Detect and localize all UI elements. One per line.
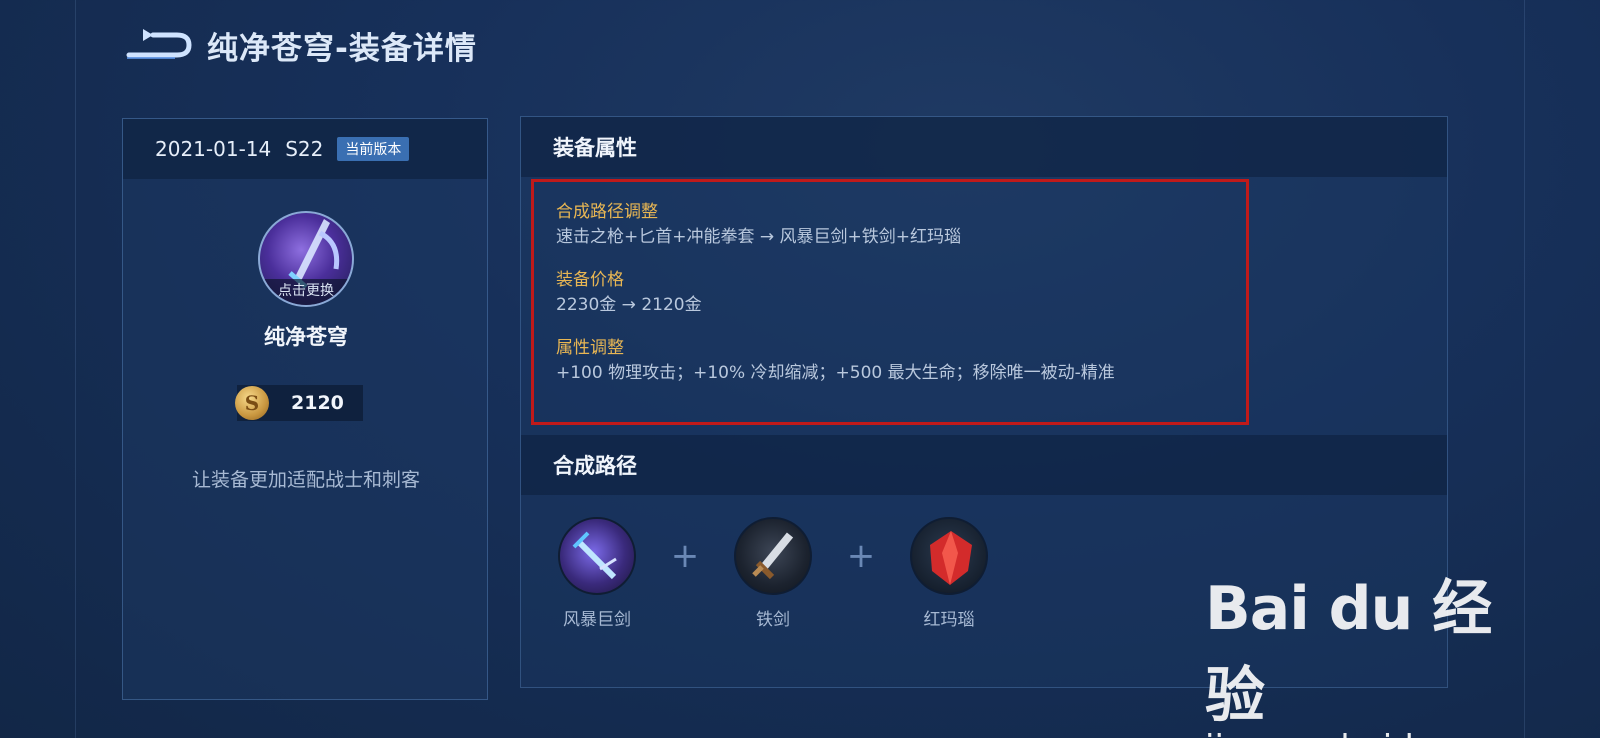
item-price: 2120 [291, 392, 344, 414]
gold-coin-icon: S [235, 386, 269, 420]
item-name: 纯净苍穹 [264, 325, 348, 349]
attr-label-recipe: 合成路径调整 [556, 202, 658, 222]
recipe-item-iron-sword[interactable]: 铁剑 [733, 517, 813, 630]
attr-label-stats: 属性调整 [556, 338, 624, 358]
version-header: 2021-01-14 S22 当前版本 [123, 119, 487, 179]
page-header: 纯净苍穹-装备详情 [125, 22, 477, 68]
change-avatar-caption: 点击更换 [260, 279, 352, 305]
price-box: S 2120 [235, 385, 363, 421]
recipe-section-title: 合成路径 [521, 435, 1447, 495]
plus-icon: + [670, 536, 700, 576]
watermark-url: jingyan.baidu.com [1205, 728, 1519, 738]
recipe-item-name: 铁剑 [756, 610, 790, 630]
storm-sword-icon [558, 517, 636, 595]
recipe-item-storm-sword[interactable]: 风暴巨剑 [557, 517, 637, 630]
current-version-badge: 当前版本 [337, 137, 410, 161]
plus-icon: + [846, 536, 876, 576]
attr-value-recipe: 速击之枪+匕首+冲能拳套 → 风暴巨剑+铁剑+红玛瑙 [556, 227, 962, 247]
attr-value-price: 2230金 → 2120金 [556, 295, 702, 315]
attr-label-price: 装备价格 [556, 270, 624, 290]
attributes-section-title: 装备属性 [521, 117, 1447, 177]
recipe-item-red-agate[interactable]: 红玛瑙 [909, 517, 989, 630]
item-summary-panel: 2021-01-14 S22 当前版本 点击更换 纯净苍穹 S 2120 让装备… [122, 118, 488, 700]
page-title: 纯净苍穹-装备详情 [207, 30, 477, 67]
watermark-logo: Bai du 经验 [1205, 574, 1492, 731]
back-arrow-icon[interactable] [125, 25, 195, 65]
recipe-item-name: 红玛瑙 [923, 610, 975, 630]
attr-value-stats: +100 物理攻击；+10% 冷却缩减；+500 最大生命；移除唯一被动-精准 [556, 363, 1115, 383]
season-label: S22 [285, 137, 324, 161]
iron-sword-icon [734, 517, 812, 595]
item-description: 让装备更加适配战士和刺客 [191, 469, 420, 491]
item-avatar[interactable]: 点击更换 [258, 211, 354, 307]
baidu-jingyan-watermark: Bai du 经验 jingyan.baidu.com [1205, 560, 1519, 738]
recipe-row: 风暴巨剑 + 铁剑 + 红玛瑙 [557, 517, 989, 630]
recipe-item-name: 风暴巨剑 [563, 610, 631, 630]
recipe-section-header: 合成路径 [521, 435, 1447, 495]
attribute-changes-highlight: 合成路径调整 速击之枪+匕首+冲能拳套 → 风暴巨剑+铁剑+红玛瑙 装备价格 2… [531, 179, 1249, 425]
red-agate-icon [910, 517, 988, 595]
version-date: 2021-01-14 [155, 137, 272, 161]
